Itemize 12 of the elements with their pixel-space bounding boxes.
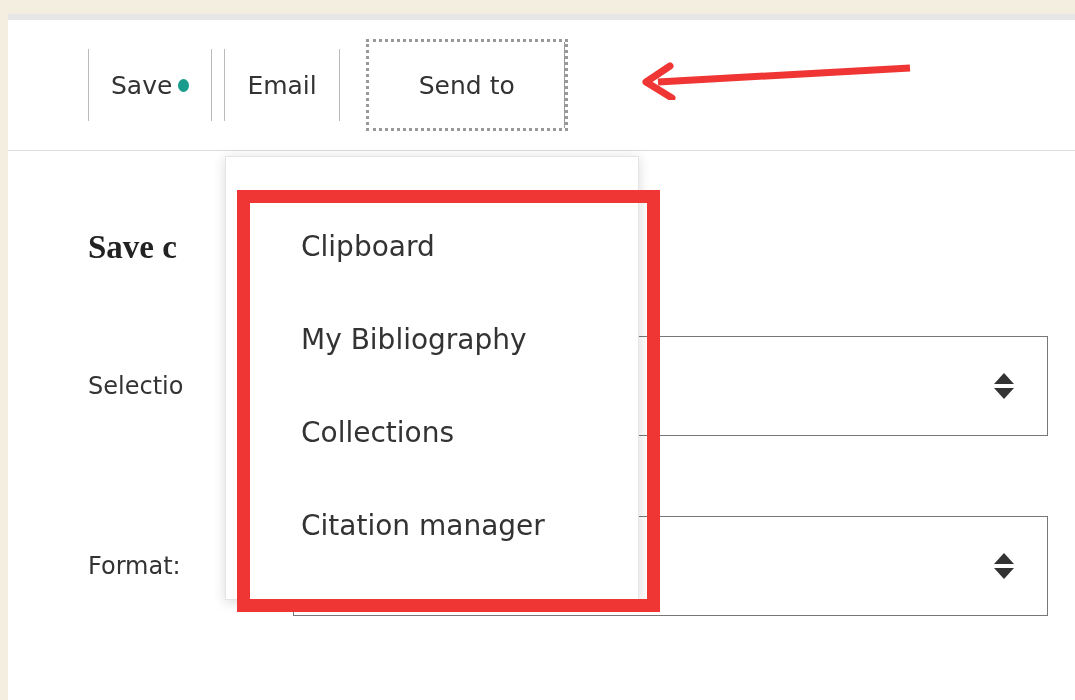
section-heading: Save c [88, 229, 177, 266]
field-label: Selectio [88, 372, 185, 400]
field-label: Format: [88, 552, 182, 580]
menu-item[interactable]: Clipboard [301, 227, 638, 267]
toolbar-button[interactable]: Send to [365, 39, 568, 131]
toolbar-button[interactable]: Email [224, 49, 340, 121]
toolbar-button[interactable]: Save [88, 49, 213, 121]
menu-item[interactable]: Citation manager [301, 506, 638, 546]
menu-item[interactable]: My Bibliography [301, 320, 638, 360]
sort-arrows-icon [993, 371, 1015, 401]
menu-item[interactable]: Collections [301, 413, 638, 453]
sort-arrows-icon [993, 551, 1015, 581]
